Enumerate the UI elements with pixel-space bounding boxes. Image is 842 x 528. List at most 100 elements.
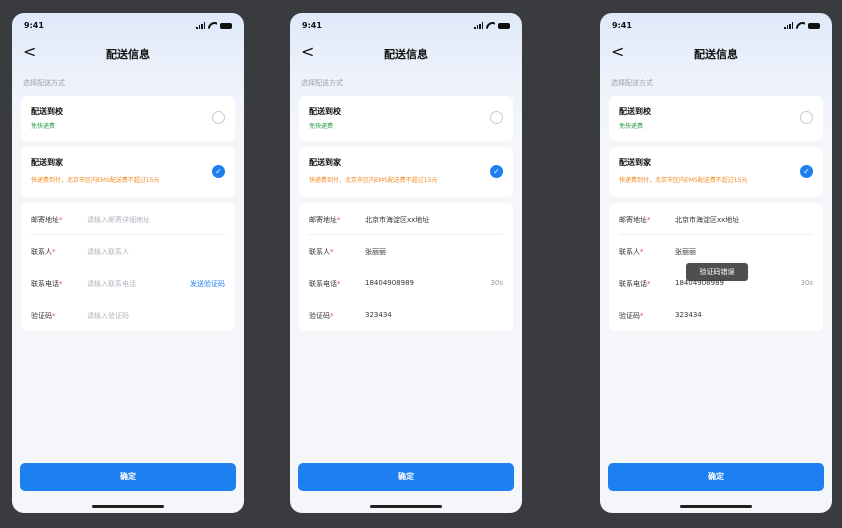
required-mark: *: [330, 248, 334, 256]
address-label: 邮寄地址*: [619, 215, 651, 225]
home-indicator: [370, 505, 442, 508]
code-label: 验证码*: [619, 311, 644, 321]
option-subtitle: 免快递费: [619, 123, 644, 130]
required-mark: *: [330, 312, 334, 320]
code-row: 验证码* 323434: [309, 301, 503, 331]
section-label: 选择配送方式: [611, 79, 653, 87]
option-title: 配送到家: [31, 158, 63, 167]
phone-screen-1: 9:41 < 配送信息 选择配送方式 配送到校 免快递费 配送到家 快递费到付，…: [12, 13, 244, 513]
status-time: 9:41: [302, 21, 322, 30]
address-label-text: 邮寄地址: [31, 216, 59, 224]
address-row: 邮寄地址* 请输入邮寄详细地址: [31, 205, 225, 235]
nav-bar: < 配送信息: [12, 43, 244, 63]
status-icons: [196, 22, 232, 29]
code-label-text: 验证码: [619, 312, 640, 320]
confirm-button[interactable]: 确定: [608, 463, 824, 491]
option-subtitle: 快递费到付，北京市区内EMS配送费不超过15元: [619, 177, 748, 184]
code-row: 验证码* 请输入验证码: [31, 301, 225, 331]
countdown-text: 30s: [490, 279, 503, 287]
address-input[interactable]: 北京市海淀区xx地址: [365, 215, 429, 225]
contact-label: 联系人*: [309, 247, 334, 257]
battery-icon: [498, 22, 510, 29]
code-input[interactable]: 323434: [675, 311, 702, 319]
phone-label-text: 联系电话: [309, 280, 337, 288]
option-subtitle: 免快递费: [31, 123, 56, 130]
option-title: 配送到校: [31, 107, 63, 116]
code-row: 验证码* 323434: [619, 301, 813, 331]
battery-icon: [808, 22, 820, 29]
phone-screen-3: 9:41 < 配送信息 选择配送方式 配送到校 免快递费 配送到家 快递费到付，…: [600, 13, 832, 513]
option-title: 配送到校: [619, 107, 651, 116]
required-mark: *: [52, 248, 56, 256]
page-title: 配送信息: [384, 48, 428, 61]
option-home-delivery[interactable]: 配送到家 快递费到付，北京市区内EMS配送费不超过15元 ✓: [299, 147, 513, 197]
option-title: 配送到校: [309, 107, 341, 116]
code-label-text: 验证码: [31, 312, 52, 320]
signal-icon: [474, 22, 483, 29]
status-bar: 9:41: [610, 21, 820, 33]
code-label-text: 验证码: [309, 312, 330, 320]
required-mark: *: [52, 312, 56, 320]
radio-unchecked-icon[interactable]: [490, 111, 503, 124]
confirm-button[interactable]: 确定: [20, 463, 236, 491]
option-title: 配送到家: [619, 158, 651, 167]
contact-input[interactable]: 张丽丽: [675, 247, 696, 257]
radio-unchecked-icon[interactable]: [800, 111, 813, 124]
phone-row: 联系电话* 请输入联系电话 发送验证码: [31, 269, 225, 299]
signal-icon: [196, 22, 205, 29]
nav-bar: < 配送信息: [600, 43, 832, 63]
address-label-text: 邮寄地址: [309, 216, 337, 224]
delivery-form: 邮寄地址* 请输入邮寄详细地址 联系人* 请输入联系人 联系电话* 请输入联系电…: [21, 203, 235, 331]
option-home-delivery[interactable]: 配送到家 快递费到付，北京市区内EMS配送费不超过15元 ✓: [609, 147, 823, 197]
radio-checked-icon[interactable]: ✓: [800, 165, 813, 178]
phone-label: 联系电话*: [309, 279, 341, 289]
signal-icon: [784, 22, 793, 29]
phone-label: 联系电话*: [31, 279, 63, 289]
code-input[interactable]: 请输入验证码: [87, 311, 129, 321]
contact-row: 联系人* 张丽丽: [309, 237, 503, 267]
countdown-text: 30s: [800, 279, 813, 287]
address-label-text: 邮寄地址: [619, 216, 647, 224]
status-icons: [474, 22, 510, 29]
radio-unchecked-icon[interactable]: [212, 111, 225, 124]
required-mark: *: [59, 216, 63, 224]
confirm-button[interactable]: 确定: [298, 463, 514, 491]
send-code-button[interactable]: 发送验证码: [190, 279, 225, 289]
option-school-delivery[interactable]: 配送到校 免快递费: [21, 96, 235, 141]
address-label: 邮寄地址*: [31, 215, 63, 225]
nav-bar: < 配送信息: [290, 43, 522, 63]
option-home-delivery[interactable]: 配送到家 快递费到付，北京市区内EMS配送费不超过15元 ✓: [21, 147, 235, 197]
contact-label: 联系人*: [31, 247, 56, 257]
required-mark: *: [337, 216, 341, 224]
code-label: 验证码*: [309, 311, 334, 321]
contact-input[interactable]: 张丽丽: [365, 247, 386, 257]
option-subtitle: 免快递费: [309, 123, 334, 130]
option-title: 配送到家: [309, 158, 341, 167]
section-label: 选择配送方式: [23, 79, 65, 87]
phone-input[interactable]: 18404908989: [365, 279, 414, 287]
option-school-delivery[interactable]: 配送到校 免快递费: [299, 96, 513, 141]
status-bar: 9:41: [22, 21, 232, 33]
option-subtitle: 快递费到付，北京市区内EMS配送费不超过15元: [31, 177, 160, 184]
option-school-delivery[interactable]: 配送到校 免快递费: [609, 96, 823, 141]
home-indicator: [680, 505, 752, 508]
option-subtitle: 快递费到付，北京市区内EMS配送费不超过15元: [309, 177, 438, 184]
delivery-form: 邮寄地址* 北京市海淀区xx地址 联系人* 张丽丽 联系电话* 18404908…: [299, 203, 513, 331]
radio-checked-icon[interactable]: ✓: [212, 165, 225, 178]
required-mark: *: [59, 280, 63, 288]
phone-label-text: 联系电话: [619, 280, 647, 288]
status-icons: [784, 22, 820, 29]
address-input[interactable]: 请输入邮寄详细地址: [87, 215, 150, 225]
phone-label-text: 联系电话: [31, 280, 59, 288]
contact-label-text: 联系人: [309, 248, 330, 256]
contact-input[interactable]: 请输入联系人: [87, 247, 129, 257]
address-input[interactable]: 北京市海淀区xx地址: [675, 215, 739, 225]
code-input[interactable]: 323434: [365, 311, 392, 319]
required-mark: *: [640, 312, 644, 320]
wifi-icon: [796, 22, 805, 29]
required-mark: *: [647, 280, 651, 288]
radio-checked-icon[interactable]: ✓: [490, 165, 503, 178]
home-indicator: [92, 505, 164, 508]
phone-input[interactable]: 请输入联系电话: [87, 279, 136, 289]
error-toast: 验证码错误: [686, 263, 748, 281]
